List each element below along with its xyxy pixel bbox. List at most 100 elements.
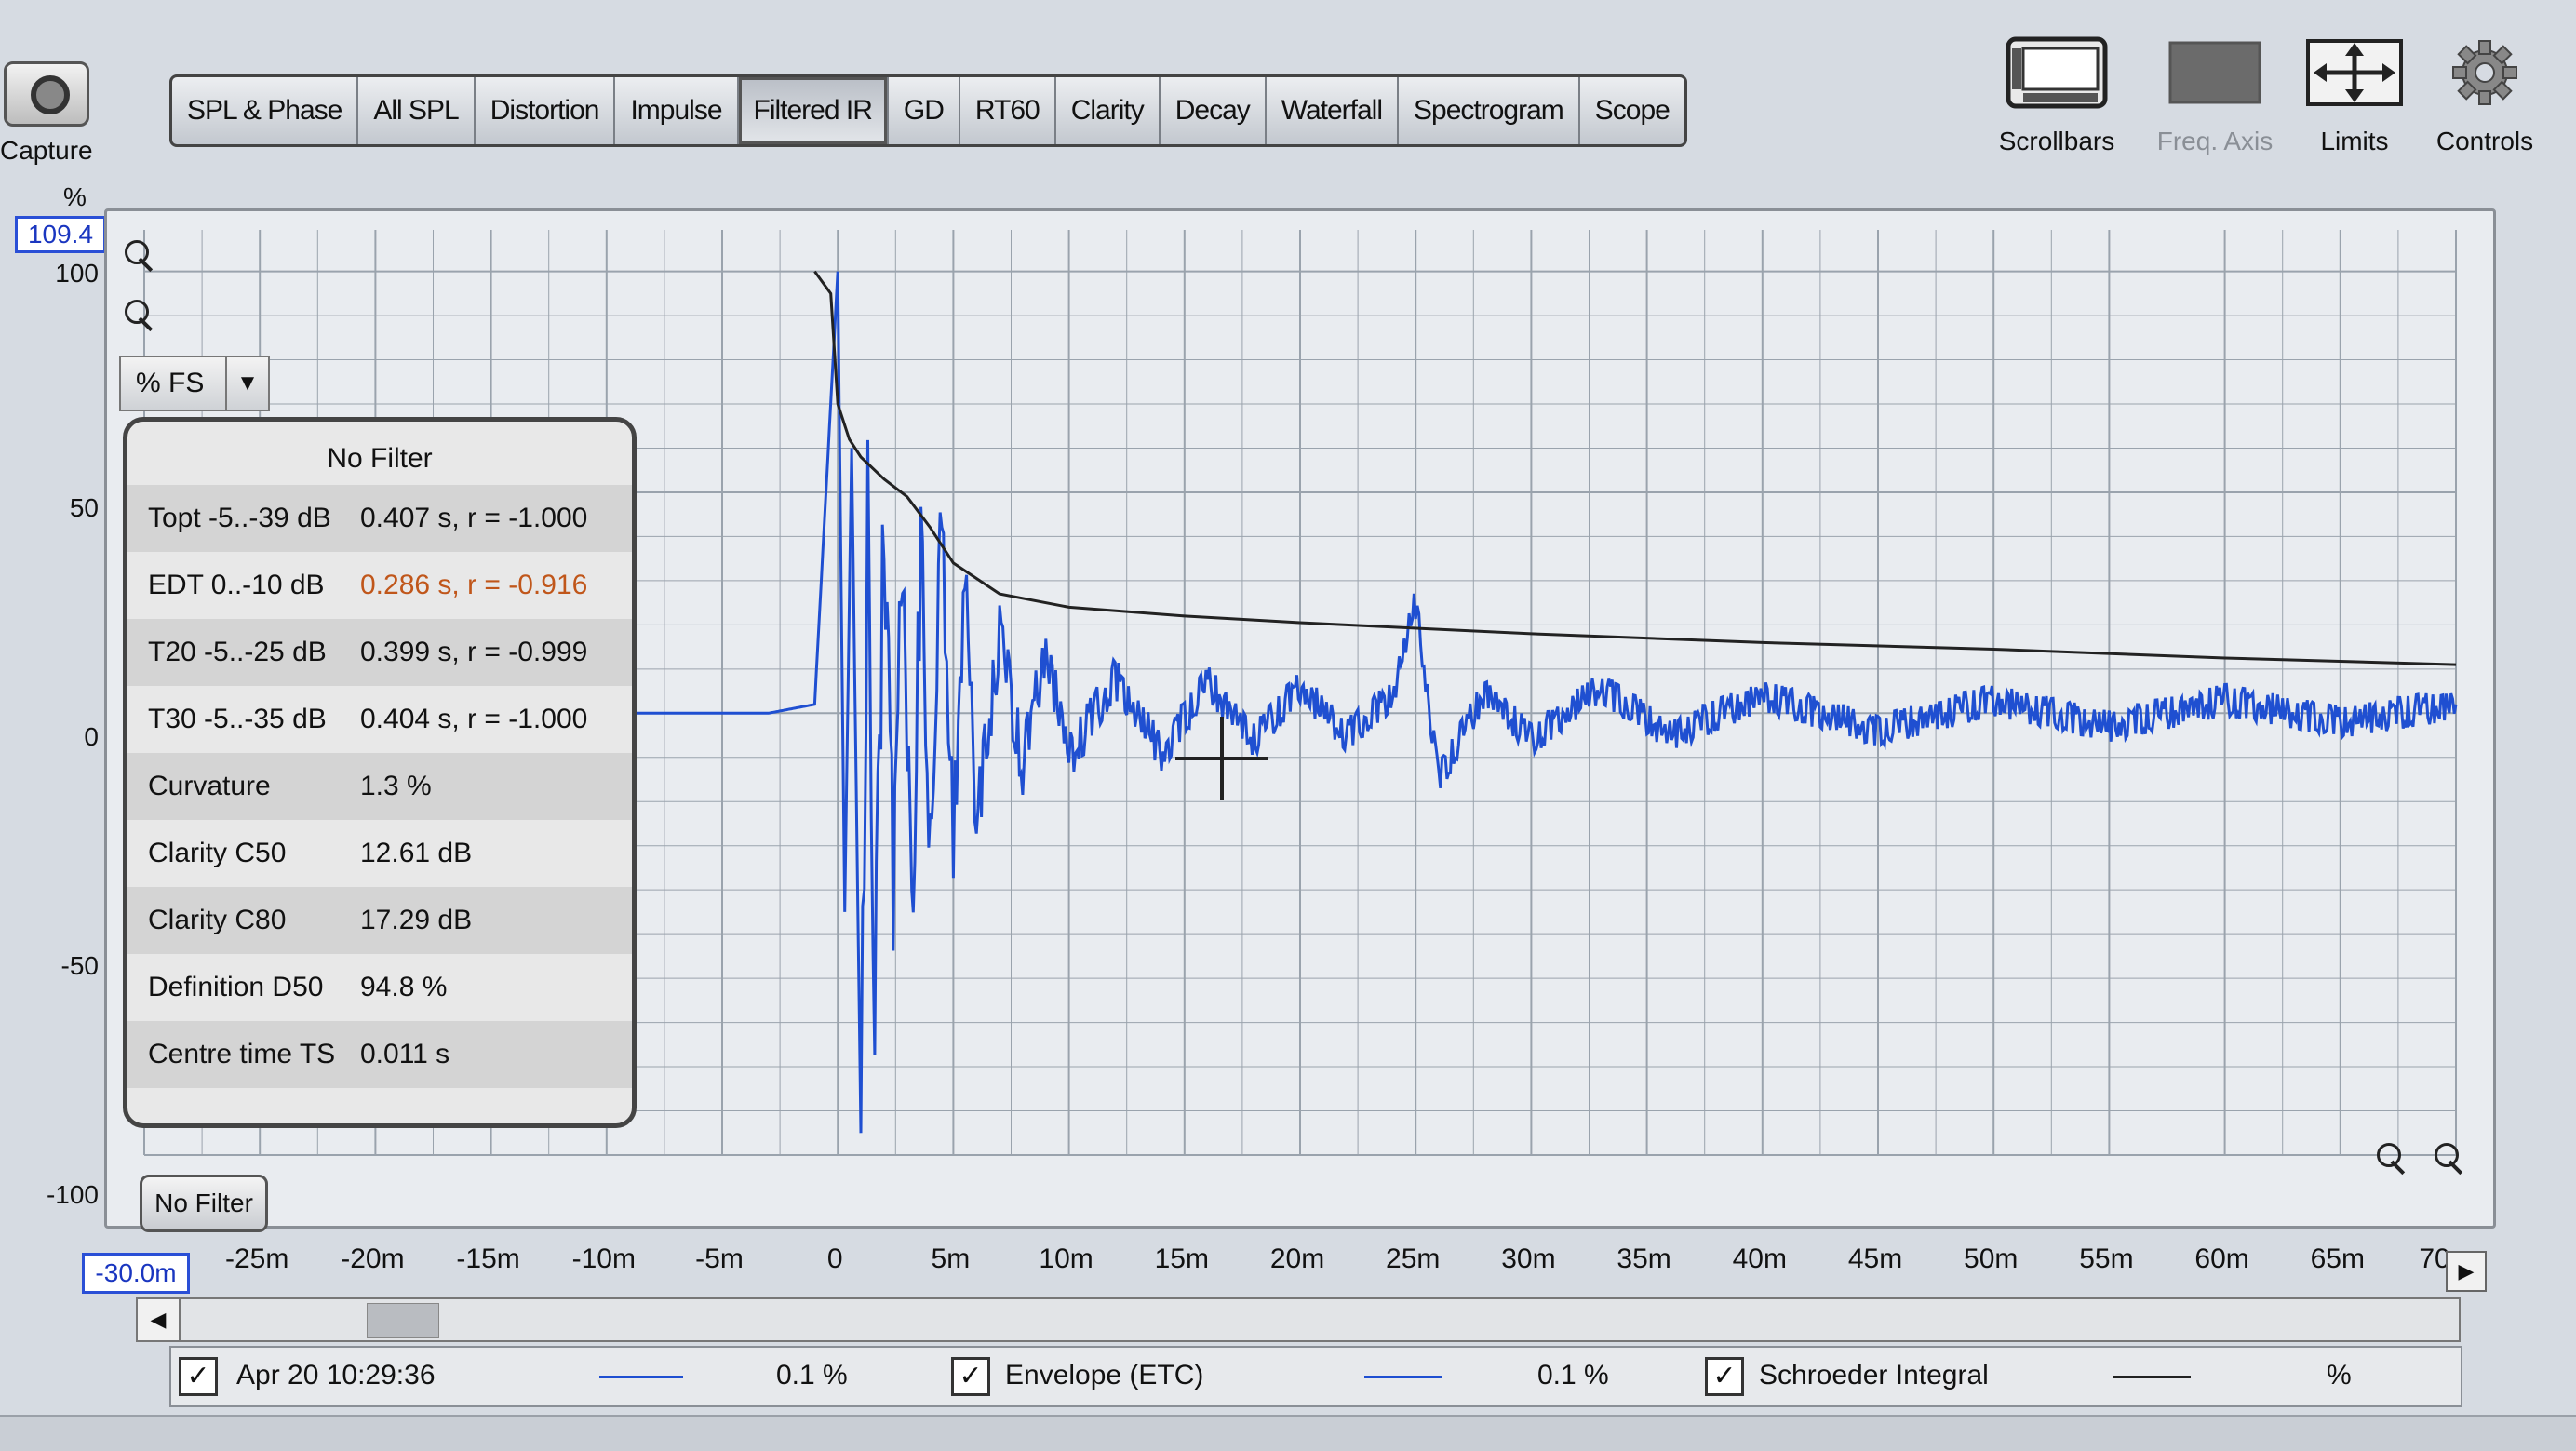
stats-value: 0.404 s, r = -1.000 bbox=[360, 704, 588, 734]
x-tick-label: 20m bbox=[1269, 1243, 1325, 1274]
y-units-value: % FS bbox=[136, 368, 205, 398]
tab-decay[interactable]: Decay bbox=[1161, 77, 1267, 144]
tab-gd[interactable]: GD bbox=[889, 77, 960, 144]
controls-button[interactable]: Controls bbox=[2410, 35, 2559, 166]
envelope-checkbox[interactable]: ✓ bbox=[951, 1357, 990, 1396]
y-units-select[interactable]: % FS ▼ bbox=[119, 356, 270, 411]
x-tick-label: -15m bbox=[456, 1243, 520, 1274]
x-tick-label: 25m bbox=[1386, 1243, 1441, 1274]
x-tick-label: 55m bbox=[2079, 1243, 2134, 1274]
zoom-in-y-icon[interactable] bbox=[119, 238, 158, 277]
horizontal-scrollbar[interactable]: ◀ bbox=[136, 1297, 2461, 1342]
x-tick-label: 0 bbox=[826, 1243, 843, 1274]
stats-row: T20 -5..-25 dB 0.399 s, r = -0.999 bbox=[127, 619, 632, 686]
graph-tab-bar: SPL & Phase All SPL Distortion Impulse F… bbox=[169, 74, 1687, 147]
scrollbars-button[interactable]: Scrollbars bbox=[1982, 35, 2131, 166]
stats-value: 17.29 dB bbox=[360, 905, 473, 935]
tab-clarity[interactable]: Clarity bbox=[1056, 77, 1161, 144]
freq-axis-label: Freq. Axis bbox=[2156, 127, 2274, 155]
freq-axis-button[interactable]: Freq. Axis bbox=[2140, 35, 2289, 166]
x-tick-label: -10m bbox=[571, 1243, 636, 1274]
stats-row: T30 -5..-35 dB 0.404 s, r = -1.000 bbox=[127, 686, 632, 753]
tab-all-spl[interactable]: All SPL bbox=[358, 77, 476, 144]
filter-button[interactable]: No Filter bbox=[140, 1175, 268, 1232]
stats-value: 0.399 s, r = -0.999 bbox=[360, 637, 588, 667]
y-tick-label: 100 bbox=[55, 259, 99, 288]
stats-row: EDT 0..-10 dB 0.286 s, r = -0.916 bbox=[127, 552, 632, 619]
scrollbar-thumb[interactable] bbox=[367, 1303, 439, 1338]
stats-value: 12.61 dB bbox=[360, 838, 473, 868]
stats-label: T20 -5..-25 dB bbox=[148, 637, 327, 667]
tab-waterfall[interactable]: Waterfall bbox=[1267, 77, 1400, 144]
chevron-left-icon[interactable]: ◀ bbox=[138, 1299, 181, 1340]
stats-row: Clarity C80 17.29 dB bbox=[127, 887, 632, 954]
envelope-swatch bbox=[1364, 1376, 1442, 1378]
envelope-value: 0.1 % bbox=[1537, 1360, 1609, 1391]
x-tick-label: 15m bbox=[1154, 1243, 1209, 1274]
stats-value: 94.8 % bbox=[360, 972, 448, 1002]
zoom-in-x-icon[interactable] bbox=[2371, 1141, 2410, 1180]
capture-button[interactable]: Capture bbox=[0, 56, 102, 168]
stats-label: Curvature bbox=[148, 771, 271, 801]
tab-rt60[interactable]: RT60 bbox=[960, 77, 1056, 144]
tab-distortion[interactable]: Distortion bbox=[476, 77, 616, 144]
trace-checkbox[interactable]: ✓ bbox=[179, 1357, 218, 1396]
x-tick-label: -20m bbox=[341, 1243, 405, 1274]
tab-spectrogram[interactable]: Spectrogram bbox=[1399, 77, 1580, 144]
envelope-label: Envelope (ETC) bbox=[1005, 1360, 1204, 1391]
y-tick-label: 0 bbox=[84, 722, 99, 751]
stats-label: T30 -5..-35 dB bbox=[148, 704, 327, 734]
stats-label: Centre time TS bbox=[148, 1039, 336, 1069]
stats-value: 0.286 s, r = -0.916 bbox=[360, 570, 588, 600]
y-tick-label: 50 bbox=[69, 493, 99, 522]
stats-label: Clarity C80 bbox=[148, 905, 287, 935]
y-tick-label: -50 bbox=[60, 951, 99, 980]
freq-axis-icon bbox=[2163, 35, 2267, 110]
stats-title: No Filter bbox=[327, 443, 433, 474]
x-tick-label: -5m bbox=[695, 1243, 744, 1274]
y-tick-label: -100 bbox=[46, 1180, 99, 1209]
stats-row: Definition D50 94.8 % bbox=[127, 954, 632, 1021]
schroeder-integral-trace bbox=[813, 270, 2457, 666]
stats-value: 0.407 s, r = -1.000 bbox=[360, 503, 588, 533]
stats-label: EDT 0..-10 dB bbox=[148, 570, 325, 600]
decay-stats-panel: No Filter Topt -5..-39 dB 0.407 s, r = -1… bbox=[123, 417, 637, 1128]
camera-icon bbox=[4, 61, 89, 127]
zoom-out-x-icon[interactable] bbox=[2429, 1141, 2468, 1180]
x-tick-label: 45m bbox=[1847, 1243, 1903, 1274]
chevron-right-icon[interactable]: ▶ bbox=[2446, 1251, 2487, 1292]
trace-value: 0.1 % bbox=[776, 1360, 848, 1391]
x-tick-label: 60m bbox=[2194, 1243, 2249, 1274]
controls-label: Controls bbox=[2435, 127, 2534, 155]
x-tick-label: 40m bbox=[1732, 1243, 1787, 1274]
schroeder-value: % bbox=[2327, 1360, 2352, 1391]
limits-button[interactable]: Limits bbox=[2280, 35, 2429, 166]
y-max-field[interactable]: 109.4 bbox=[15, 216, 106, 253]
x-tick-label: 30m bbox=[1501, 1243, 1556, 1274]
tab-filtered-ir[interactable]: Filtered IR bbox=[738, 77, 889, 144]
x-min-field[interactable]: -30.0m bbox=[82, 1253, 190, 1294]
x-tick-label: 65m bbox=[2310, 1243, 2365, 1274]
zoom-out-y-icon[interactable] bbox=[119, 298, 158, 337]
chevron-down-icon[interactable]: ▼ bbox=[225, 357, 268, 410]
schroeder-label: Schroeder Integral bbox=[1759, 1360, 1989, 1391]
stats-label: Definition D50 bbox=[148, 972, 324, 1002]
scrollbars-label: Scrollbars bbox=[1998, 127, 2115, 155]
trace-swatch bbox=[599, 1376, 683, 1378]
tab-spl-phase[interactable]: SPL & Phase bbox=[172, 77, 359, 144]
stats-row: Topt -5..-39 dB 0.407 s, r = -1.000 bbox=[127, 485, 632, 552]
x-tick-label: 50m bbox=[1964, 1243, 2019, 1274]
schroeder-checkbox[interactable]: ✓ bbox=[1705, 1357, 1744, 1396]
x-tick-label: 35m bbox=[1617, 1243, 1671, 1274]
stats-row: Clarity C50 12.61 dB bbox=[127, 820, 632, 887]
x-tick-label: 5m bbox=[931, 1243, 971, 1274]
stats-label: Topt -5..-39 dB bbox=[148, 503, 331, 533]
stats-row: Curvature 1.3 % bbox=[127, 753, 632, 820]
stats-label: Clarity C50 bbox=[148, 838, 287, 868]
tab-scope[interactable]: Scope bbox=[1580, 77, 1684, 144]
trace-label: Apr 20 10:29:36 bbox=[236, 1360, 436, 1391]
capture-label: Capture bbox=[0, 136, 93, 165]
tab-impulse[interactable]: Impulse bbox=[615, 77, 739, 144]
status-bar bbox=[0, 1415, 2576, 1451]
stats-row: Centre time TS 0.011 s bbox=[127, 1021, 632, 1088]
